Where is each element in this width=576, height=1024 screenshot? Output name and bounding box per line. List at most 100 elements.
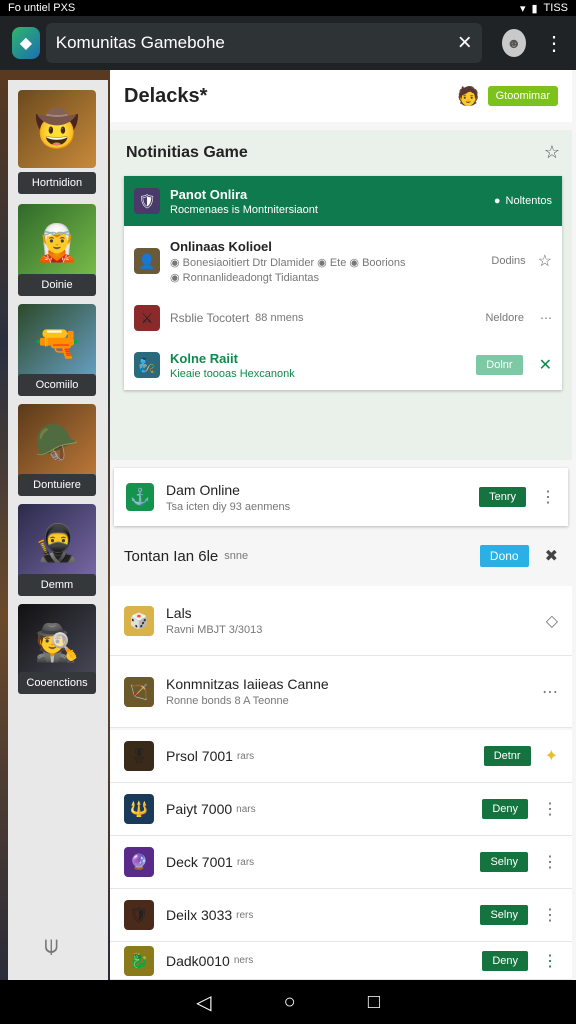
coin-icon: ◉ xyxy=(317,256,330,269)
game-thumb-icon: 🔮 xyxy=(124,847,154,877)
star-icon[interactable]: ☆ xyxy=(538,251,552,271)
sidebar: 🤠 Hortnidion 🧝 Doinie 🔫 Ocomiilo 🪖 Dontu… xyxy=(8,80,108,980)
recents-icon[interactable]: □ xyxy=(368,991,380,1014)
battery-icon: ▮ xyxy=(531,2,538,15)
page-title: Delacks* xyxy=(124,84,208,107)
notification-row[interactable]: 🧞 Kolne Raiit Kieaie toooas Hexcanonk Do… xyxy=(124,340,562,390)
home-icon[interactable]: ○ xyxy=(284,991,296,1014)
close-icon[interactable]: × xyxy=(458,29,472,57)
overflow-menu-icon[interactable]: ⋮ xyxy=(542,852,558,872)
online-icon: ⚓ xyxy=(126,483,154,511)
game-thumb-icon: 👤 xyxy=(134,248,160,274)
sparkle-icon[interactable]: ✦ xyxy=(545,746,558,766)
coin-icon: ◉ xyxy=(170,271,180,284)
overflow-menu-icon[interactable]: ⋮ xyxy=(542,905,558,925)
list-item[interactable]: 🔮 Deck 7001 rars Selny ⋮ xyxy=(110,836,572,889)
coin-icon: ◉ xyxy=(170,256,180,269)
notification-title: Rsblie Tocotert xyxy=(170,311,250,325)
sidebar-thumb-4[interactable]: 🪖 xyxy=(18,404,96,482)
game-thumb-icon: 🐉 xyxy=(124,945,154,976)
item-button[interactable]: Deny xyxy=(482,799,528,819)
overflow-menu-icon[interactable]: ⋮ xyxy=(542,951,558,971)
sidebar-item-label[interactable]: Demm xyxy=(18,574,96,596)
list-item[interactable]: 🎲 Lals Ravni MBJT 3/3013 ◇ xyxy=(110,586,572,656)
list-item[interactable]: 🔱 Paiyt 7000 nars Deny ⋮ xyxy=(110,783,572,836)
online-title: Dam Online xyxy=(166,481,240,498)
overflow-menu-icon[interactable]: ⋮ xyxy=(544,31,564,56)
app-bar: ◆ Komunitas Gamebohe × ☻ ⋮ xyxy=(0,16,576,70)
notification-title: Onlinaas Kolioel xyxy=(170,238,272,254)
notification-flag[interactable]: ● Noltentos xyxy=(494,195,552,207)
sidebar-thumb-1[interactable]: 🤠 xyxy=(18,90,96,168)
hero-portrait-icon: 🧝 xyxy=(34,222,80,263)
search-text[interactable]: Komunitas Gamebohe xyxy=(56,33,458,53)
item-button[interactable]: Detnr xyxy=(483,746,531,766)
sidebar-item-label[interactable]: Cooenctions xyxy=(18,672,96,694)
back-icon[interactable]: ◁ xyxy=(196,990,211,1015)
search-box[interactable]: Komunitas Gamebohe × xyxy=(45,23,482,63)
status-bar: Fo untiel PXS ▾ ▮ TISS xyxy=(0,0,576,16)
avatar[interactable]: ☻ xyxy=(501,29,526,57)
notification-row-active[interactable]: 🛡 Panot Onlira Rocmenaes is Montnitersia… xyxy=(124,176,562,226)
online-card[interactable]: ⚓ Dam Online Tsa icten diy 93 aenmens Te… xyxy=(114,468,568,526)
notification-subtitle: Rocmenaes is Montnitersiaont xyxy=(170,203,318,216)
list-item[interactable]: 🐉 Dadk0010 ners Deny ⋮ xyxy=(110,942,572,980)
item-button[interactable]: Selny xyxy=(480,852,528,872)
item-button[interactable]: Selny xyxy=(480,905,528,925)
row2-right-label: Dodins xyxy=(491,255,526,267)
flag-label: Noltentos xyxy=(505,195,552,207)
diamond-icon[interactable]: ◇ xyxy=(546,611,558,631)
item-title: Deck 7001 xyxy=(166,854,233,870)
item-title: Konmnitzas Iaiieas Canne xyxy=(166,676,329,692)
item-button[interactable]: Deny xyxy=(482,950,528,971)
row3-right-label: Neldore xyxy=(485,312,524,324)
sidebar-thumb-2[interactable]: 🧝 xyxy=(18,204,96,282)
main-panel: Delacks* 🧑 Gtoomimar Notinitias Game ☆ 🛡… xyxy=(110,70,576,980)
sidebar-item-label[interactable]: Doinie xyxy=(18,274,96,296)
dots-icon[interactable]: ⋯ xyxy=(540,311,552,325)
notification-row[interactable]: ⚔ Rsblie Tocotert 88 nmens Neldore ⋯ xyxy=(124,296,562,340)
online-button[interactable]: Tenry xyxy=(479,487,526,507)
sidebar-thumb-3[interactable]: 🔫 xyxy=(18,304,96,382)
header-button[interactable]: Gtoomimar xyxy=(487,86,558,106)
check-circle-icon: ● xyxy=(493,195,501,207)
section-title: Notinitias Game xyxy=(126,144,248,161)
list-header-button[interactable]: Dono xyxy=(479,545,529,567)
game-thumb-icon: 🎖 xyxy=(124,741,154,771)
action-button[interactable]: Dolnr xyxy=(476,355,523,375)
list-header-suffix: snne xyxy=(224,550,249,562)
sidebar-item-label[interactable]: Hortnidion xyxy=(18,172,96,194)
sidebar-thumb-5[interactable]: 🥷 xyxy=(18,504,96,582)
item-title: Lals xyxy=(166,605,192,621)
item-meta: ners xyxy=(233,955,254,966)
game-thumb-icon: 🏹 xyxy=(124,676,154,707)
overflow-menu-icon[interactable]: ⋮ xyxy=(542,799,558,819)
game-thumb-icon: ⚔ xyxy=(134,305,160,331)
list-item[interactable]: 🏹 Konmnitzas Iaiieas Canne Ronne bonds 8… xyxy=(110,656,572,728)
user-avatar-icon[interactable]: 🧑 xyxy=(457,86,479,107)
item-meta: nars xyxy=(236,803,256,815)
list-item[interactable]: 🛡 Deilx 3033 rers Selny ⋮ xyxy=(110,889,572,942)
item-meta: rars xyxy=(236,856,255,868)
close-icon[interactable]: ✕ xyxy=(539,355,552,375)
app-logo-icon[interactable]: ◆ xyxy=(12,27,40,59)
online-subtitle: Tsa icten diy 93 aenmens xyxy=(166,500,291,513)
hero-portrait-icon: 🥷 xyxy=(34,522,80,563)
game-thumb-icon: 🛡 xyxy=(124,900,154,930)
list-item[interactable]: 🎖 Prsol 7001 rars Detnr ✦ xyxy=(110,730,572,783)
antenna-icon[interactable]: ⍦ xyxy=(44,932,58,960)
game-thumb-icon: 🛡 xyxy=(134,188,160,214)
sidebar-item-label[interactable]: Dontuiere xyxy=(18,474,96,496)
item-title: Paiyt 7000 xyxy=(166,801,233,817)
dots-icon[interactable]: ⋯ xyxy=(542,682,558,702)
tools-icon[interactable]: ✖ xyxy=(545,546,558,566)
system-nav-bar: ◁ ○ □ xyxy=(0,980,576,1024)
sidebar-item-label[interactable]: Ocomiilo xyxy=(18,374,96,396)
overflow-menu-icon[interactable]: ⋮ xyxy=(540,487,556,507)
game-thumb-icon: 🧞 xyxy=(134,352,160,378)
star-icon[interactable]: ☆ xyxy=(544,142,560,163)
row2-line1c: Boorions xyxy=(362,256,406,269)
notification-row[interactable]: 👤 Onlinaas Kolioel ◉ Bonesiaoitiert Dtr … xyxy=(124,226,562,296)
sidebar-thumb-6[interactable]: 🕵 xyxy=(18,604,96,682)
header-card: Delacks* 🧑 Gtoomimar xyxy=(110,70,572,122)
